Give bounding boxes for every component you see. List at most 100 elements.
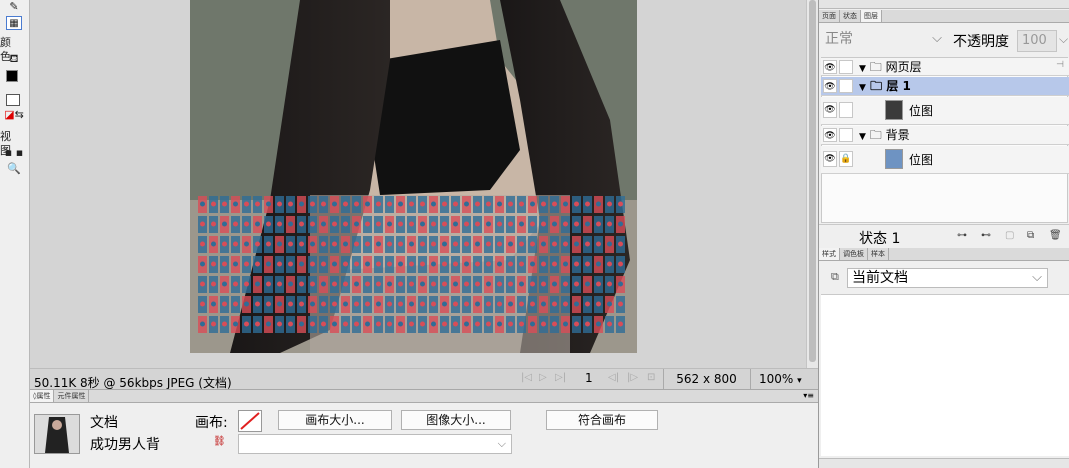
document-stage[interactable] (30, 0, 806, 368)
link-icon: ⛓ (213, 436, 226, 447)
tools-panel: ✎ ▦ 颜色 ⛾ ◪⇆ 视图 ▪ ▪ 🔍 (0, 0, 30, 468)
screen-mode-icon[interactable]: ▪ ▪ (3, 146, 25, 160)
triangle-down-icon[interactable]: ▼ (859, 83, 866, 93)
tab-pages[interactable]: 页面 (819, 10, 840, 22)
stroke-color-swatch[interactable] (6, 70, 18, 82)
layer-row-bitmap-2[interactable]: 👁 🔒 位图 (821, 146, 1069, 174)
styles-list (821, 294, 1069, 456)
tab-properties[interactable]: ◊属性 (30, 390, 55, 402)
tab-states[interactable]: 状态 (840, 10, 861, 22)
fit-canvas-button[interactable]: 符合画布 (546, 410, 658, 430)
layer-row-bitmap-1[interactable]: 👁 位图 (821, 97, 1069, 125)
frame-number: 1 (585, 371, 593, 385)
layer-name: ▼ 🗀 背景 (859, 128, 910, 142)
triangle-down-icon[interactable]: ▼ (859, 132, 866, 142)
paint-bucket-icon[interactable]: ⛾ (3, 52, 25, 66)
layer-name: 位图 (909, 153, 934, 167)
zoom-level[interactable]: 100% ▾ (750, 369, 814, 389)
bitmap-thumbnail (885, 149, 903, 169)
style-source-value: 当前文档 (852, 270, 908, 286)
chevron-down-icon: ⌵ (932, 31, 942, 46)
pencil-icon[interactable]: ✎ (3, 0, 25, 14)
scrollbar-thumb[interactable] (809, 0, 816, 362)
properties-tabs: ◊属性 元件属性 ▾≡ (30, 390, 818, 403)
vertical-scrollbar[interactable] (806, 0, 818, 368)
image-size-button[interactable]: 图像大小... (401, 410, 511, 430)
lock-slot[interactable] (839, 128, 853, 142)
layers-panel-tabs: 页面 状态 图层 (819, 10, 1069, 23)
canvas-option-select[interactable]: ⌵ (238, 434, 512, 454)
swap-colors-icon[interactable]: ◪⇆ (3, 108, 25, 122)
view-section-label: 视图 (0, 130, 11, 157)
play-icon[interactable]: ▷ (539, 372, 547, 383)
mask-icon[interactable]: ▢ (1005, 230, 1014, 241)
canvas-label: 画布: (195, 415, 228, 431)
tab-layers[interactable]: 图层 (861, 10, 882, 22)
eye-icon[interactable]: 👁 (823, 151, 837, 167)
slice-tool-icon[interactable]: ▦ (6, 16, 22, 30)
canvas-size-button[interactable]: 画布大小... (278, 410, 392, 430)
layer-row-web[interactable]: 👁 ▼ 🗀 网页层 ⊣ (821, 58, 1069, 76)
eye-icon[interactable]: 👁 (823, 102, 837, 118)
layer-name: ▼ 🗀 层 1 (859, 79, 911, 93)
panel-menu-icon[interactable]: ▾≡ (803, 390, 814, 402)
opacity-input[interactable]: 100 (1017, 30, 1057, 52)
style-source-select[interactable]: 当前文档 ⌵ (847, 268, 1048, 288)
share-layer-icon[interactable]: ⊶ (957, 230, 967, 241)
opacity-slider-icon[interactable]: ⌵ (1059, 32, 1068, 47)
new-subfolder-icon[interactable]: ⊷ (981, 230, 991, 241)
last-frame-icon[interactable]: ▷| (555, 372, 566, 383)
canvas-color-swatch[interactable] (238, 410, 262, 432)
document-icon: ⧉ (831, 270, 839, 283)
properties-panel: ◊属性 元件属性 ▾≡ 文档 成功男人背 画布: 画布大小... 图像大小... … (30, 389, 818, 468)
chevron-down-icon: ⌵ (497, 437, 506, 450)
chevron-down-icon: ⌵ (1032, 270, 1042, 285)
lock-slot[interactable] (839, 79, 853, 93)
blend-mode-select[interactable]: 正常 ⌵ (821, 30, 947, 50)
layer-row-background[interactable]: 👁 ▼ 🗀 背景 (821, 126, 1069, 145)
next-frame-icon[interactable]: |▷ (627, 372, 638, 383)
folder-icon: 🗀 (869, 60, 882, 74)
document-thumbnail (34, 414, 80, 454)
bitmap-thumbnail (885, 100, 903, 120)
tab-swatches-panel[interactable]: 调色板 (840, 248, 868, 260)
tab-symbol-properties[interactable]: 元件属性 (54, 390, 90, 402)
right-panel-dock: 页面 状态 图层 正常 ⌵ 不透明度 100 ⌵ 👁 ▼ 🗀 网页层 ⊣ 👁 ▼ 🗀 … (818, 0, 1069, 468)
zoom-icon[interactable]: 🔍 (3, 162, 25, 176)
blend-mode-value: 正常 (825, 31, 853, 47)
layer-row-layer1[interactable]: 👁 ▼ 🗀 层 1 (821, 77, 1069, 96)
chevron-down-icon: ▾ (797, 376, 802, 386)
panel-footer (819, 458, 1069, 468)
delete-layer-icon[interactable]: 🗑 (1049, 230, 1062, 241)
lock-icon[interactable]: 🔒 (839, 151, 853, 167)
doc-label: 文档 (90, 415, 118, 431)
folder-icon: 🗀 (869, 128, 882, 142)
prev-frame-icon[interactable]: ◁| (608, 372, 619, 383)
opacity-label: 不透明度 (953, 34, 1009, 50)
zoom-value: 100% (759, 372, 794, 386)
eye-icon[interactable]: 👁 (823, 79, 837, 93)
new-layer-icon[interactable]: ⧉ (1027, 230, 1034, 241)
fill-color-swatch[interactable] (6, 94, 20, 106)
colors-section-label: 颜色 (0, 36, 11, 63)
tab-styles[interactable]: 样式 (819, 248, 840, 260)
web-layer-icon: ⊣ (1056, 60, 1064, 70)
styles-panel-tabs: 样式 调色板 样本 (819, 248, 1069, 261)
lock-slot[interactable] (839, 102, 853, 118)
canvas-size-readout: 562 x 800 (663, 369, 749, 389)
layers-footer: 状态 1 ⊶ ⊷ ▢ ⧉ 🗑 (819, 224, 1069, 247)
eye-icon[interactable]: 👁 (823, 128, 837, 142)
layer-name: 位图 (909, 104, 934, 118)
state-label: 状态 1 (859, 231, 901, 247)
lock-slot[interactable] (839, 60, 853, 74)
eye-icon[interactable]: 👁 (823, 60, 837, 74)
folder-icon: 🗀 (870, 79, 883, 93)
doc-name: 成功男人背 (90, 437, 160, 453)
status-bar: 50.11K 8秒 @ 56kbps JPEG (文档) |◁ ▷ ▷| 1 ◁… (30, 368, 818, 390)
first-frame-icon[interactable]: |◁ (521, 372, 532, 383)
photo-image (190, 0, 637, 353)
image-canvas[interactable] (190, 0, 637, 353)
triangle-down-icon[interactable]: ▼ (859, 64, 866, 74)
tab-samples[interactable]: 样本 (868, 248, 889, 260)
loop-icon[interactable]: ⊡ (647, 372, 655, 383)
